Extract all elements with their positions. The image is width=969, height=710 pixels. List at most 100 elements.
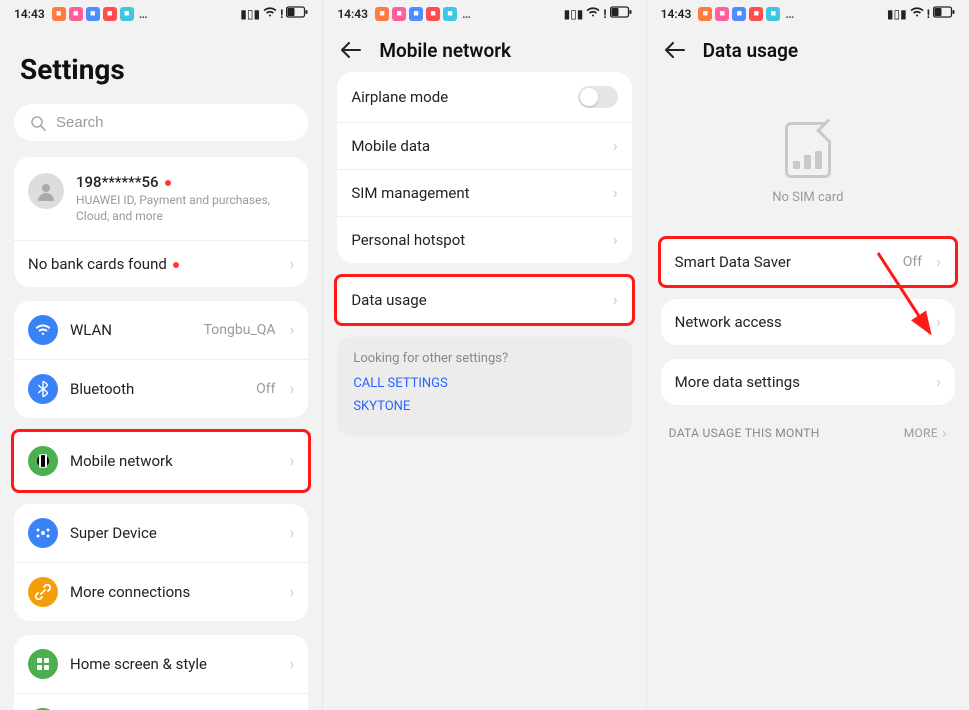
- no-sim-placeholder: No SIM card: [647, 72, 969, 239]
- note-label: Looking for other settings?: [353, 351, 615, 366]
- home-screen-label: Home screen & style: [70, 655, 278, 673]
- chevron-right-icon: ›: [613, 138, 618, 154]
- sim-label: SIM management: [351, 184, 601, 202]
- red-dot-icon: [173, 262, 179, 268]
- status-time: 14:43: [661, 7, 692, 21]
- chevron-right-icon: ›: [290, 656, 295, 672]
- status-app-icon: ■: [426, 7, 440, 21]
- status-app-icon: ■: [103, 7, 117, 21]
- bluetooth-row[interactable]: Bluetooth Off ›: [14, 359, 308, 418]
- skytone-link[interactable]: SKYTONE: [353, 399, 615, 414]
- airplane-mode-row[interactable]: Airplane mode: [337, 72, 631, 122]
- chevron-right-icon: ›: [613, 292, 618, 308]
- home-screen-row[interactable]: Home screen & style ›: [14, 635, 308, 693]
- status-bar: 14:43 ■ ■ ■ ■ ■ … ▮▯▮ !: [0, 0, 322, 23]
- display-card: Home screen & style › Display & brightne…: [14, 635, 308, 710]
- search-box[interactable]: [14, 104, 308, 141]
- section-header: DATA USAGE THIS MONTH MORE ›: [647, 419, 969, 447]
- chevron-right-icon: ›: [936, 314, 941, 330]
- mobile-data-label: Mobile data: [351, 137, 601, 155]
- wlan-value: Tongbu_QA: [204, 322, 276, 338]
- battery-icon: [933, 6, 955, 21]
- airplane-toggle[interactable]: [578, 86, 618, 108]
- highlight-mobile-network: Mobile network ›: [11, 429, 311, 493]
- data-usage-row[interactable]: Data usage ›: [337, 277, 631, 323]
- account-card: 198******56 HUAWEI ID, Payment and purch…: [14, 157, 308, 287]
- account-row[interactable]: 198******56 HUAWEI ID, Payment and purch…: [14, 157, 308, 240]
- section-more-link[interactable]: MORE ›: [904, 425, 947, 441]
- network-access-row[interactable]: Network access ›: [661, 299, 955, 345]
- mobile-network-row[interactable]: Mobile network ›: [14, 432, 308, 490]
- no-bank-label: No bank cards found: [28, 255, 278, 273]
- status-more-icon: …: [139, 7, 148, 21]
- more-connections-row[interactable]: More connections ›: [14, 562, 308, 621]
- mobile-network-label: Mobile network: [70, 452, 278, 470]
- call-settings-link[interactable]: CALL SETTINGS: [353, 376, 615, 391]
- chevron-right-icon: ›: [613, 232, 618, 248]
- screen-header: Data usage: [647, 23, 969, 72]
- status-app-icon: ■: [766, 7, 780, 21]
- other-settings-note: Looking for other settings? CALL SETTING…: [337, 337, 631, 436]
- link-icon: [28, 577, 58, 607]
- status-time: 14:43: [337, 7, 368, 21]
- connectivity-card: WLAN Tongbu_QA › Bluetooth Off ›: [14, 301, 308, 418]
- connectivity-card-2: Super Device › More connections ›: [14, 504, 308, 621]
- status-app-icon: ■: [86, 7, 100, 21]
- highlight-data-usage: Data usage ›: [334, 274, 634, 326]
- super-device-row[interactable]: Super Device ›: [14, 504, 308, 562]
- sim-card-icon: [785, 122, 831, 178]
- mobile-data-row[interactable]: Mobile data ›: [337, 122, 631, 169]
- back-button[interactable]: [665, 41, 685, 61]
- red-dot-icon: [165, 180, 171, 186]
- wifi-icon: [263, 6, 277, 21]
- mobile-network-icon: [28, 446, 58, 476]
- account-name: 198******56: [76, 173, 294, 191]
- chevron-right-icon: ›: [290, 525, 295, 541]
- search-input[interactable]: [56, 114, 292, 131]
- back-button[interactable]: [341, 41, 361, 61]
- bluetooth-label: Bluetooth: [70, 380, 244, 398]
- wifi-icon: [910, 6, 924, 21]
- hotspot-row[interactable]: Personal hotspot ›: [337, 216, 631, 263]
- status-bar: 14:43 ■ ■ ■ ■ ■ … ▮▯▮ !: [323, 0, 645, 23]
- alert-icon: !: [280, 7, 283, 21]
- bluetooth-icon: [28, 374, 58, 404]
- status-app-icon: ■: [698, 7, 712, 21]
- more-data-label: More data settings: [675, 373, 925, 391]
- bluetooth-value: Off: [256, 381, 275, 397]
- battery-icon: [286, 6, 308, 21]
- home-icon: [28, 649, 58, 679]
- wlan-label: WLAN: [70, 321, 192, 339]
- status-app-icon: ■: [52, 7, 66, 21]
- chevron-right-icon: ›: [936, 254, 941, 270]
- alert-icon: !: [927, 7, 930, 21]
- chevron-right-icon: ›: [290, 256, 295, 272]
- status-more-icon: …: [785, 7, 794, 21]
- screen-mobile-network: 14:43 ■ ■ ■ ■ ■ … ▮▯▮ ! Mobile network A…: [322, 0, 645, 710]
- chevron-right-icon: ›: [936, 374, 941, 390]
- smart-data-saver-row[interactable]: Smart Data Saver Off ›: [661, 239, 955, 285]
- screen-header: Mobile network: [323, 23, 645, 72]
- wifi-icon: [586, 6, 600, 21]
- vibrate-icon: ▮▯▮: [564, 7, 584, 21]
- alert-icon: !: [603, 7, 606, 21]
- more-connections-label: More connections: [70, 583, 278, 601]
- account-sub: HUAWEI ID, Payment and purchases, Cloud,…: [76, 193, 294, 224]
- status-app-icon: ■: [375, 7, 389, 21]
- sim-management-row[interactable]: SIM management ›: [337, 169, 631, 216]
- chevron-right-icon: ›: [290, 381, 295, 397]
- status-more-icon: …: [462, 7, 471, 21]
- hotspot-label: Personal hotspot: [351, 231, 601, 249]
- no-bank-row[interactable]: No bank cards found ›: [14, 240, 308, 287]
- chevron-right-icon: ›: [290, 322, 295, 338]
- wlan-row[interactable]: WLAN Tongbu_QA ›: [14, 301, 308, 359]
- vibrate-icon: ▮▯▮: [887, 7, 907, 21]
- super-device-icon: [28, 518, 58, 548]
- screen-data-usage: 14:43 ■ ■ ■ ■ ■ … ▮▯▮ ! Data usage No SI…: [646, 0, 969, 710]
- status-app-icon: ■: [409, 7, 423, 21]
- no-sim-label: No SIM card: [772, 190, 843, 205]
- display-row[interactable]: Display & brightness ›: [14, 693, 308, 710]
- smart-data-saver-label: Smart Data Saver: [675, 253, 891, 271]
- more-data-settings-row[interactable]: More data settings ›: [661, 359, 955, 405]
- battery-icon: [610, 6, 632, 21]
